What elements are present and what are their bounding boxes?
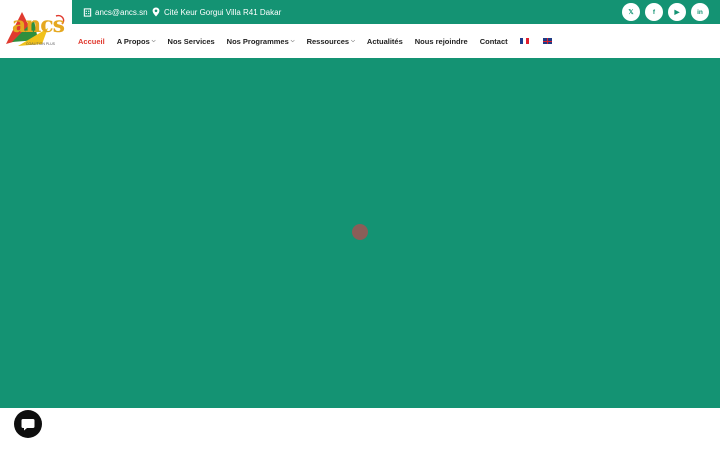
nav-item-actualites[interactable]: Actualités [367, 37, 403, 46]
building-icon [82, 7, 92, 17]
main-nav: Accueil A Propos ⌵ Nos Services Nos Progr… [78, 24, 566, 58]
map-pin-icon [151, 7, 161, 17]
contact-address: Cité Keur Gorgui Villa R41 Dakar [151, 6, 281, 18]
nav-item-nos-services[interactable]: Nos Services [168, 37, 215, 46]
language-fr-flag-icon[interactable] [519, 38, 529, 44]
nav-item-a-propos[interactable]: A Propos ⌵ [117, 37, 156, 46]
x-icon[interactable]: 𝕏 [622, 3, 640, 21]
loading-spinner-icon [352, 224, 368, 240]
nav-item-nous-rejoindre[interactable]: Nous rejoindre [415, 37, 468, 46]
chevron-down-icon: ⌵ [151, 38, 156, 44]
top-bar: ancs@ancs.sn Cité Keur Gorgui Villa R41 … [0, 0, 720, 24]
email-text: ancs@ancs.sn [95, 7, 148, 17]
facebook-icon[interactable]: f [645, 3, 663, 21]
linkedin-icon[interactable]: in [691, 3, 709, 21]
nav-item-accueil[interactable]: Accueil [78, 37, 105, 46]
logo-wordmark: ancs [12, 12, 65, 38]
logo-tagline: COALITION PLUS [26, 42, 55, 46]
chevron-down-icon: ⌵ [351, 38, 355, 44]
social-links: 𝕏 f ▶ in [622, 3, 709, 21]
youtube-icon[interactable]: ▶ [668, 3, 686, 21]
nav-item-contact[interactable]: Contact [480, 37, 508, 46]
chat-widget-button[interactable] [14, 410, 42, 438]
nav-item-ressources[interactable]: Ressources ⌵ [307, 37, 355, 46]
contact-email[interactable]: ancs@ancs.sn [82, 6, 148, 18]
language-en-flag-icon[interactable] [542, 38, 552, 44]
chevron-down-icon: ⌵ [290, 38, 295, 44]
nav-item-nos-programmes[interactable]: Nos Programmes ⌵ [227, 37, 295, 46]
main-navbar: Accueil A Propos ⌵ Nos Services Nos Progr… [0, 24, 720, 58]
logo[interactable]: ancs COALITION PLUS [0, 0, 72, 57]
chat-bubble-icon [21, 418, 35, 430]
address-text: Cité Keur Gorgui Villa R41 Dakar [164, 7, 282, 17]
page: ancs@ancs.sn Cité Keur Gorgui Villa R41 … [0, 0, 720, 450]
